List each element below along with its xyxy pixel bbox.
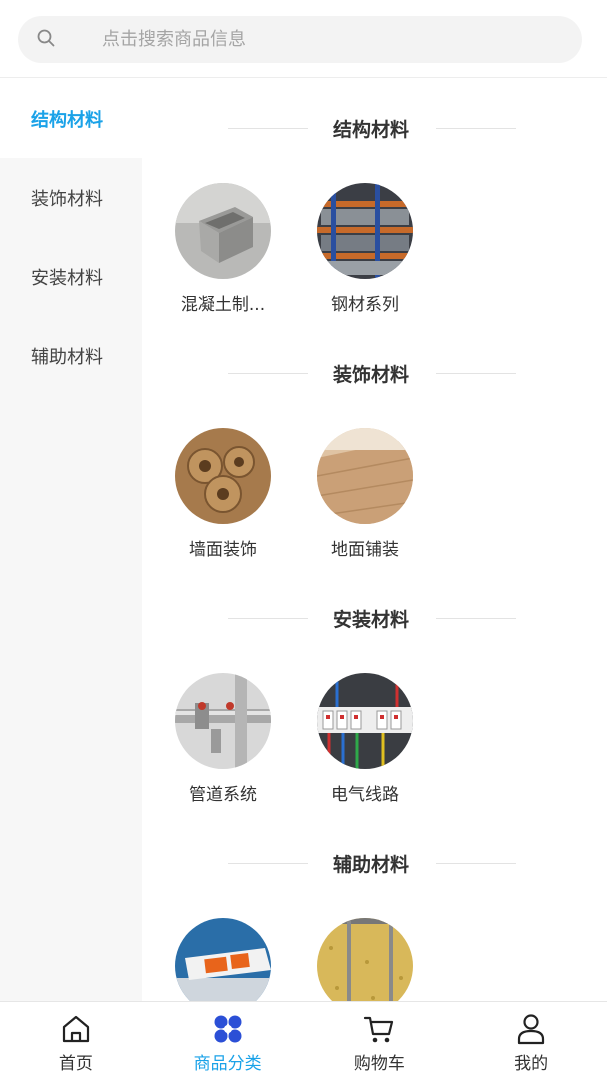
section-title: 安装材料 [332,609,409,631]
category-sidebar: 结构材料 装饰材料 安装材料 辅助材料 [0,79,142,1001]
category-item-electrical[interactable]: 电气线路 [310,673,420,805]
sealant-tube-image [175,918,271,1001]
tab-label: 商品分类 [193,1054,262,1074]
divider [436,128,516,129]
tab-label: 首页 [58,1054,93,1074]
steel-rack-image [317,183,413,279]
tab-label: 购物车 [353,1054,405,1074]
divider [436,863,516,864]
tab-home[interactable]: 首页 [0,1002,152,1080]
tab-cart[interactable]: 购物车 [304,1002,456,1080]
divider [436,618,516,619]
category-icon [214,1015,242,1043]
section-title: 结构材料 [332,119,409,141]
sidebar-item-decoration[interactable]: 装饰材料 [0,158,142,237]
search-input[interactable] [102,16,562,63]
tab-profile[interactable]: 我的 [455,1002,607,1080]
electrical-panel-image [317,673,413,769]
category-content: 结构材料 混凝土制... 钢材系列 装饰材料 墙面装饰 地面铺装 安装材料 管道… [142,79,600,1001]
concrete-block-image [175,183,271,279]
divider [436,373,516,374]
search-header [0,0,607,78]
cart-icon [364,1016,394,1043]
category-item-label: 地面铺装 [331,540,399,560]
wall-decoration-image [175,428,271,524]
section-auxiliary: 辅助材料 [142,814,600,1001]
category-item-pipes[interactable]: 管道系统 [168,673,278,805]
pipe-system-image [175,673,271,769]
section-title: 辅助材料 [332,854,409,876]
category-item-label: 电气线路 [331,785,399,805]
category-item-concrete[interactable]: 混凝土制... [168,183,278,315]
category-item-floor[interactable]: 地面铺装 [310,428,420,560]
insulation-panel-image [317,918,413,1001]
section-title: 装饰材料 [332,364,409,386]
bottom-tab-bar: 首页 商品分类 购物车 我的 [0,1001,607,1080]
tab-category[interactable]: 商品分类 [152,1002,304,1080]
home-icon [62,1015,89,1043]
tab-label: 我的 [514,1054,549,1074]
section-installation: 安装材料 管道系统 电气线路 [142,569,600,814]
search-bar[interactable] [18,16,582,63]
sidebar-item-structural[interactable]: 结构材料 [0,79,142,158]
search-icon[interactable] [36,28,56,48]
category-item-label: 钢材系列 [331,295,399,315]
section-decoration: 装饰材料 墙面装饰 地面铺装 [142,324,600,569]
category-item-wall-decoration[interactable]: 墙面装饰 [168,428,278,560]
category-item-label: 管道系统 [189,785,257,805]
sidebar-item-auxiliary[interactable]: 辅助材料 [0,316,142,395]
category-item-label: 墙面装饰 [189,540,257,560]
sidebar-item-installation[interactable]: 安装材料 [0,237,142,316]
category-item-sealant[interactable] [168,918,278,1001]
floor-tile-image [317,428,413,524]
category-item-label: 混凝土制... [180,295,266,315]
category-item-steel[interactable]: 钢材系列 [310,183,420,315]
section-structural: 结构材料 混凝土制... 钢材系列 [142,79,600,324]
category-item-insulation[interactable] [310,918,420,1001]
user-icon [518,1014,545,1045]
